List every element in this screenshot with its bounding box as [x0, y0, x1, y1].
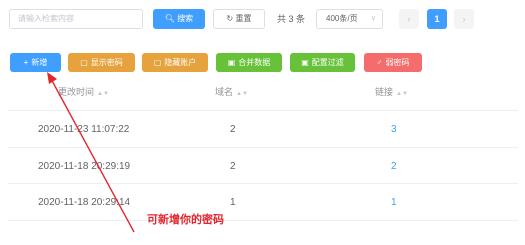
lock-icon: ▢: [153, 58, 162, 67]
cell-link[interactable]: 3: [391, 123, 397, 137]
plus-icon: +: [23, 58, 29, 67]
table-divider: [8, 147, 518, 148]
cell-link[interactable]: 2: [391, 160, 397, 174]
search-input[interactable]: 请输入检索内容: [9, 9, 143, 29]
page-number-current[interactable]: 1: [427, 9, 447, 29]
table-row[interactable]: 2020-11-18 20:29:14 1 1: [0, 196, 525, 210]
column-header-time[interactable]: 更改时间 ▲▼: [58, 83, 109, 101]
merge-data-label: 合并数据: [238, 58, 271, 67]
column-header-link[interactable]: 链接 ▲▼: [375, 83, 408, 101]
add-button[interactable]: + 新增: [10, 53, 61, 72]
total-count: 共 3 条: [277, 14, 306, 24]
search-button[interactable]: 🔍︎ 搜索: [153, 9, 205, 29]
cell-domain: 1: [230, 197, 236, 208]
config-filter-label: 配置过滤: [311, 58, 344, 67]
add-button-label: 新增: [31, 58, 48, 67]
column-header-domain-label: 域名: [215, 87, 234, 97]
cell-domain: 2: [230, 161, 236, 172]
table-row[interactable]: 2020-11-18 20:29:19 2 2: [0, 160, 525, 174]
table-divider: [8, 183, 518, 184]
sort-icon[interactable]: ▲▼: [236, 91, 248, 97]
page-size-select[interactable]: 400条/页 ∨: [316, 9, 383, 29]
cell-domain: 2: [230, 124, 236, 135]
column-header-time-label: 更改时间: [58, 87, 95, 97]
search-icon: 🔍︎: [164, 14, 175, 23]
next-page-button[interactable]: ›: [454, 9, 474, 29]
show-password-label: 显示密码: [90, 58, 123, 67]
hide-account-label: 隐藏账户: [164, 58, 197, 67]
search-button-label: 搜索: [177, 14, 194, 23]
sort-icon[interactable]: ▲▼: [396, 91, 408, 97]
merge-icon: ▣: [227, 58, 236, 67]
male-icon: ♂: [376, 58, 383, 67]
cell-time: 2020-11-18 20:29:14: [38, 197, 131, 208]
reset-button[interactable]: ↻ 重置: [213, 9, 265, 29]
chevron-down-icon: ∨: [370, 15, 376, 22]
unlock-icon: ▢: [80, 58, 88, 67]
table-divider: [8, 220, 518, 221]
cell-time: 2020-11-18 20:29:19: [38, 161, 131, 172]
refresh-icon: ↻: [226, 14, 234, 23]
table-row[interactable]: 2020-11-23 11:07:22 2 3: [0, 123, 525, 137]
chevron-left-icon: ‹: [407, 14, 411, 24]
filter-icon: ▣: [301, 58, 309, 67]
page-size-value: 400条/页: [326, 14, 358, 23]
prev-page-button[interactable]: ‹: [399, 9, 419, 29]
annotation-label: 可新增你的密码: [147, 214, 224, 226]
table-divider: [8, 110, 518, 111]
weak-password-label: 弱密码: [385, 58, 410, 67]
column-header-domain[interactable]: 域名 ▲▼: [215, 83, 248, 101]
cell-time: 2020-11-23 11:07:22: [38, 124, 130, 135]
reset-button-label: 重置: [235, 14, 252, 23]
hide-account-button[interactable]: ▢ 隐藏账户: [142, 53, 208, 72]
weak-password-button[interactable]: ♂ 弱密码: [364, 53, 422, 72]
column-header-link-label: 链接: [375, 87, 394, 97]
merge-data-button[interactable]: ▣ 合并数据: [216, 53, 282, 72]
config-filter-button[interactable]: ▣ 配置过滤: [290, 53, 355, 72]
show-password-button[interactable]: ▢ 显示密码: [68, 53, 135, 72]
cell-link[interactable]: 1: [391, 196, 397, 210]
chevron-right-icon: ›: [462, 14, 466, 24]
sort-icon[interactable]: ▲▼: [97, 91, 109, 97]
